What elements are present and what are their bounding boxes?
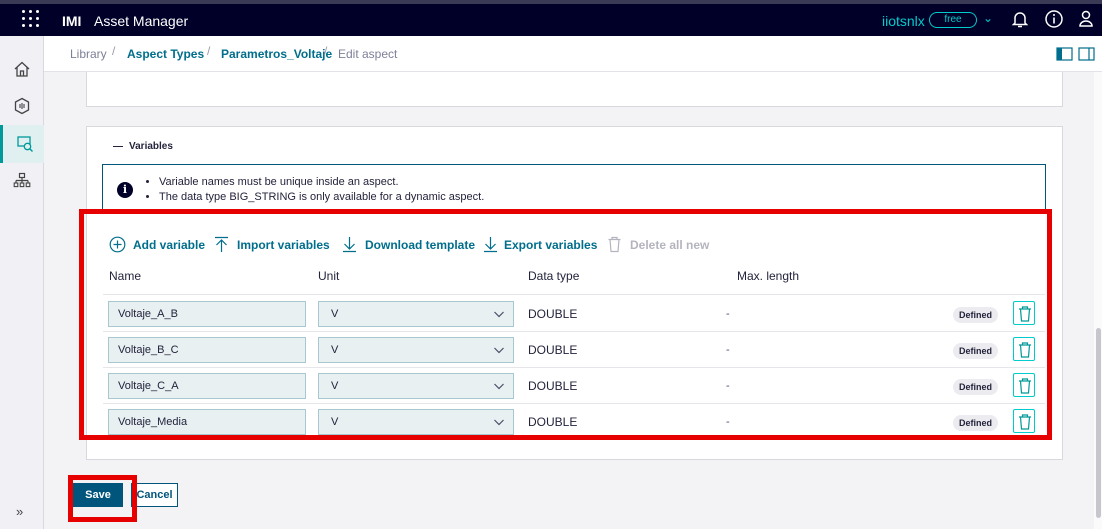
variables-section-toggle[interactable]: Variables: [113, 141, 173, 152]
sidebar-expand-icon[interactable]: »: [16, 504, 23, 519]
info-line: The data type BIG_STRING is only availab…: [159, 190, 484, 205]
breadcrumb-library[interactable]: Library: [70, 47, 107, 61]
breadcrumb: Library / Aspect Types / Parametros_Volt…: [44, 36, 1102, 72]
asset-types-icon: [17, 136, 33, 152]
left-sidebar: »: [0, 36, 44, 529]
tenant-name[interactable]: iiotsnlx: [882, 13, 925, 29]
user-icon[interactable]: [1074, 7, 1098, 31]
tenant-chevron-down-icon[interactable]: ⌄: [983, 11, 993, 25]
breadcrumb-separator: /: [324, 44, 328, 58]
sidebar-item-hierarchy[interactable]: [0, 162, 44, 200]
breadcrumb-separator: /: [207, 44, 211, 58]
brand-logo: IMI: [62, 13, 82, 29]
breadcrumb-edit-aspect: Edit aspect: [338, 47, 398, 61]
breadcrumb-aspect-types[interactable]: Aspect Types: [127, 47, 204, 61]
info-icon[interactable]: [1042, 7, 1066, 31]
info-line: Variable names must be unique inside an …: [159, 175, 484, 190]
scrollbar-thumb[interactable]: [1096, 328, 1101, 518]
sidebar-item-aspects[interactable]: [0, 87, 44, 125]
hierarchy-icon: [13, 172, 31, 188]
app-title: Asset Manager: [94, 13, 189, 29]
collapse-dash-icon: [113, 145, 123, 147]
view-toggle: [1056, 46, 1096, 65]
top-bar: IMI Asset Manager iiotsnlx free ⌄: [0, 0, 1102, 36]
bell-icon[interactable]: [1008, 7, 1032, 31]
apps-grid-icon[interactable]: [22, 10, 40, 28]
previous-section-card: [86, 72, 1063, 107]
highlight-box-variables: [79, 209, 1052, 440]
aspects-icon: [14, 97, 30, 115]
cancel-button[interactable]: Cancel: [131, 483, 178, 507]
section-title: Variables: [129, 141, 173, 152]
home-icon: [14, 61, 30, 77]
plan-badge: free: [929, 12, 977, 28]
sidebar-item-asset-types[interactable]: [0, 125, 44, 163]
info-circle-icon: i: [117, 182, 133, 198]
highlight-box-save: [68, 475, 137, 522]
breadcrumb-separator: /: [112, 44, 116, 58]
right-panel-icon[interactable]: [1078, 47, 1095, 61]
info-message: i Variable names must be unique inside a…: [102, 164, 1046, 210]
sidebar-item-home[interactable]: [0, 50, 44, 88]
breadcrumb-parametros-voltaje[interactable]: Parametros_Voltaje: [221, 47, 332, 61]
left-panel-icon[interactable]: [1056, 47, 1073, 61]
